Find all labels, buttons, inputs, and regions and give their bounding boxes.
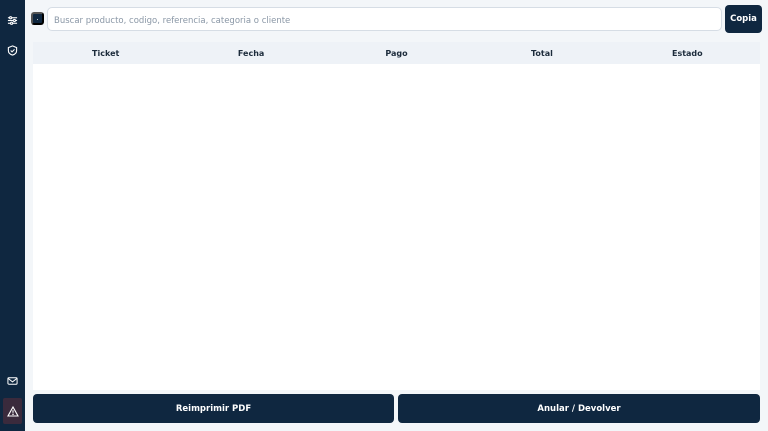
tickets-table: Ticket Fecha Pago Total Estado	[33, 42, 760, 390]
sliders-icon	[7, 15, 18, 26]
sidebar-item-mail[interactable]	[3, 371, 22, 390]
column-header-fecha[interactable]: Fecha	[178, 49, 323, 58]
sidebar-item-filters[interactable]	[3, 11, 22, 30]
copy-button[interactable]: Copia	[725, 5, 762, 33]
sidebar-item-security[interactable]	[3, 41, 22, 60]
sidebar-item-alerts[interactable]	[3, 398, 22, 424]
search-input[interactable]	[48, 10, 721, 32]
column-header-total[interactable]: Total	[469, 49, 614, 58]
reprint-pdf-button[interactable]: Reimprimir PDF	[33, 394, 394, 423]
warning-icon	[6, 405, 19, 417]
column-header-pago[interactable]: Pago	[324, 49, 469, 58]
search-box	[47, 7, 722, 32]
mail-icon	[7, 376, 18, 386]
shield-check-icon	[7, 45, 18, 56]
void-return-button[interactable]: Anular / Devolver	[398, 394, 760, 423]
column-header-ticket[interactable]: Ticket	[33, 49, 178, 58]
table-header: Ticket Fecha Pago Total Estado	[33, 42, 760, 64]
sidebar	[0, 0, 25, 431]
app-window: · Copia Ticket Fecha Pago Total Estado R…	[0, 0, 768, 431]
column-header-estado[interactable]: Estado	[615, 49, 760, 58]
toggle-button[interactable]: ·	[31, 12, 44, 25]
